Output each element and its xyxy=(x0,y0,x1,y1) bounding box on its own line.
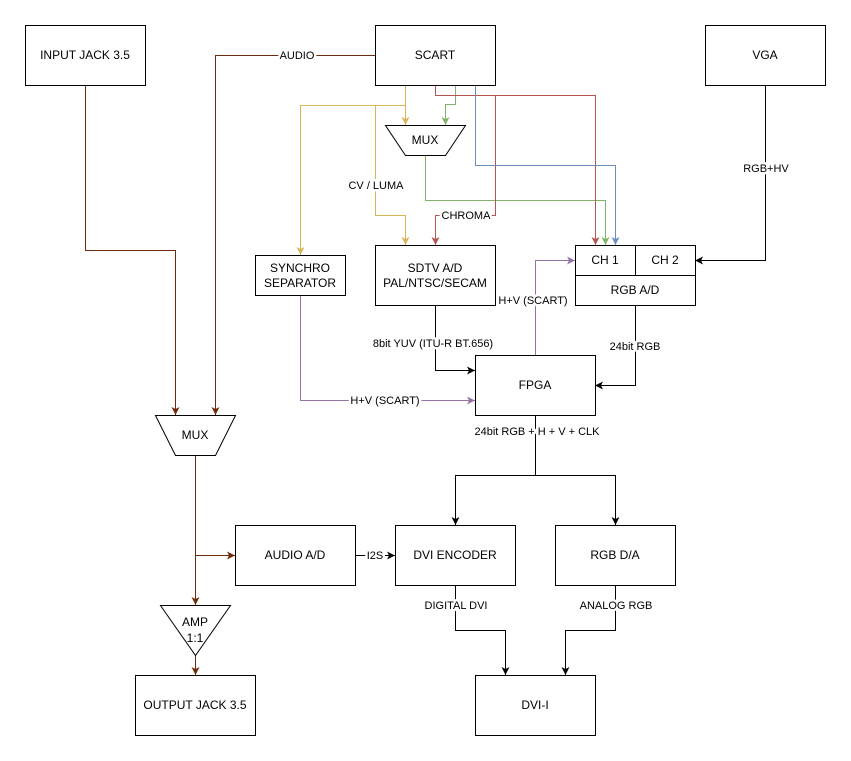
label-audio: AUDIO xyxy=(280,50,315,62)
label-digital-dvi: DIGITAL DVI xyxy=(425,600,488,612)
edge-scart-blue-to-ch1 xyxy=(475,85,620,245)
node-dvi-i-label: DVI-I xyxy=(521,698,548,712)
label-fpga-out: 24bit RGB + H + V + CLK xyxy=(474,426,600,438)
edge-mux-to-ch1-green xyxy=(425,155,610,245)
node-synchro-separator-line1: SYNCHRO xyxy=(270,261,330,275)
label-hv-scart-ch1: H+V (SCART) xyxy=(498,295,567,307)
node-audio-ad-label: AUDIO A/D xyxy=(265,548,326,562)
label-analog-rgb: ANALOG RGB xyxy=(580,600,653,612)
node-mux-video-label: MUX xyxy=(412,133,439,147)
node-rgb-ad-ch2: CH 2 xyxy=(651,253,679,267)
node-dvi-encoder: DVI ENCODER xyxy=(395,525,516,586)
label-chroma: CHROMA xyxy=(442,210,492,222)
node-dvi-i: DVI-I xyxy=(475,675,596,736)
node-input-jack: INPUT JACK 3.5 xyxy=(25,25,146,86)
node-output-jack-label: OUTPUT JACK 3.5 xyxy=(143,698,246,712)
edge-scart-audio-to-mux xyxy=(211,55,376,415)
edge-input-jack-to-mux xyxy=(85,85,180,415)
node-sdtv-ad-line2: PAL/NTSC/SECAM xyxy=(383,276,487,290)
node-amp: AMP 1:1 xyxy=(159,605,232,657)
node-rgb-ad-label: RGB A/D xyxy=(611,283,660,297)
node-rgb-ad-ch1: CH 1 xyxy=(591,253,619,267)
node-synchro-separator-line2: SEPARATOR xyxy=(264,276,336,290)
node-vga: VGA xyxy=(705,25,826,86)
node-amp-line2: 1:1 xyxy=(187,631,204,645)
edge-fpga-to-ch1 xyxy=(535,256,575,355)
block-diagram: AUDIO CV / LUMA CHROMA RGB+HV H+V (SCART… xyxy=(25,25,826,736)
node-sdtv-ad-line1: SDTV A/D xyxy=(408,261,463,275)
node-input-jack-label: INPUT JACK 3.5 xyxy=(40,48,130,62)
edge-dvi-encoder-to-dvi-i xyxy=(455,585,510,675)
node-audio-ad: AUDIO A/D xyxy=(235,525,356,586)
edge-rgb-da-to-dvi-i xyxy=(561,585,616,675)
label-yuv: 8bit YUV (ITU-R BT.656) xyxy=(373,338,493,350)
node-scart: SCART xyxy=(375,25,496,86)
edge-scart-green-to-mux xyxy=(441,85,456,125)
label-i2s: I2S xyxy=(367,550,384,562)
label-24bit-rgb: 24bit RGB xyxy=(610,341,661,353)
node-rgb-ad: CH 1 CH 2 RGB A/D xyxy=(575,245,696,306)
node-synchro-separator: SYNCHRO SEPARATOR xyxy=(255,255,346,296)
node-amp-line1: AMP xyxy=(182,615,208,629)
node-dvi-encoder-label: DVI ENCODER xyxy=(413,548,497,562)
edge-fpga-to-rgb-da xyxy=(535,475,620,525)
node-fpga: FPGA xyxy=(475,355,596,416)
node-vga-label: VGA xyxy=(752,48,777,62)
node-rgb-da-label: RGB D/A xyxy=(590,548,639,562)
node-sdtv-ad: SDTV A/D PAL/NTSC/SECAM xyxy=(375,245,496,306)
label-cv-luma: CV / LUMA xyxy=(348,180,404,192)
node-scart-label: SCART xyxy=(415,48,456,62)
node-mux-audio-label: MUX xyxy=(182,428,209,442)
node-output-jack: OUTPUT JACK 3.5 xyxy=(135,675,256,736)
edge-scart-chroma-to-sdtv xyxy=(431,95,496,245)
label-rgb-hv: RGB+HV xyxy=(743,163,789,175)
node-mux-video: MUX xyxy=(384,125,467,156)
node-mux-audio: MUX xyxy=(154,415,237,456)
node-fpga-label: FPGA xyxy=(519,378,552,392)
node-rgb-da: RGB D/A xyxy=(555,525,676,586)
label-hv-scart-fpga: H+V (SCART) xyxy=(350,395,419,407)
